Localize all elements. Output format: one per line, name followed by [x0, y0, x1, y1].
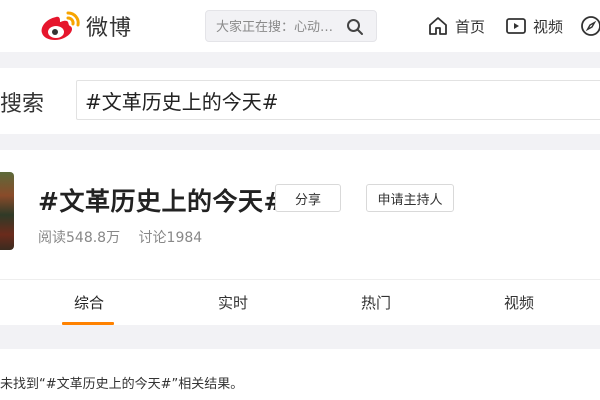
result-panel: 未找到“#文革历史上的今天#”相关结果。 — [0, 349, 600, 400]
topic-thumbnail[interactable] — [0, 172, 14, 250]
nav-video[interactable]: 视频 — [505, 14, 563, 38]
weibo-logo[interactable]: 微博 — [38, 8, 138, 44]
app-name: 微博 — [86, 16, 133, 41]
search-icon[interactable] — [346, 18, 364, 36]
active-tab-indicator — [62, 322, 114, 325]
read-count: 阅读548.8万 — [38, 230, 121, 246]
share-button[interactable]: 分享 — [275, 184, 341, 212]
global-search — [205, 10, 377, 42]
search-query-row: 搜索 — [0, 68, 600, 134]
global-search-input[interactable] — [216, 17, 346, 37]
tab-hot[interactable]: 热门 — [361, 292, 391, 313]
tab-all[interactable]: 综合 — [74, 292, 104, 313]
search-label: 搜索 — [0, 92, 45, 117]
nav-home-label: 首页 — [455, 17, 486, 36]
compass-icon — [581, 16, 600, 36]
no-result-message: 未找到“#文革历史上的今天#”相关结果。 — [0, 377, 244, 392]
top-nav-bar: 微博 首页 视频 — [0, 0, 600, 52]
home-icon — [429, 17, 447, 35]
apply-host-button[interactable]: 申请主持人 — [366, 184, 454, 212]
result-tabs: 综合 实时 热门 视频 — [0, 280, 600, 325]
video-icon — [506, 18, 526, 34]
topic-stats: 阅读548.8万 讨论1984 — [38, 227, 216, 247]
weibo-logo-icon — [41, 11, 80, 41]
nav-home[interactable]: 首页 — [427, 14, 485, 38]
nav-discover[interactable] — [580, 14, 600, 38]
topic-title[interactable]: #文革历史上的今天# — [38, 182, 285, 218]
tab-realtime[interactable]: 实时 — [218, 292, 248, 313]
query-input[interactable] — [76, 80, 600, 120]
nav-video-label: 视频 — [533, 17, 564, 36]
tab-video[interactable]: 视频 — [504, 292, 534, 313]
discuss-count: 讨论1984 — [138, 230, 203, 246]
